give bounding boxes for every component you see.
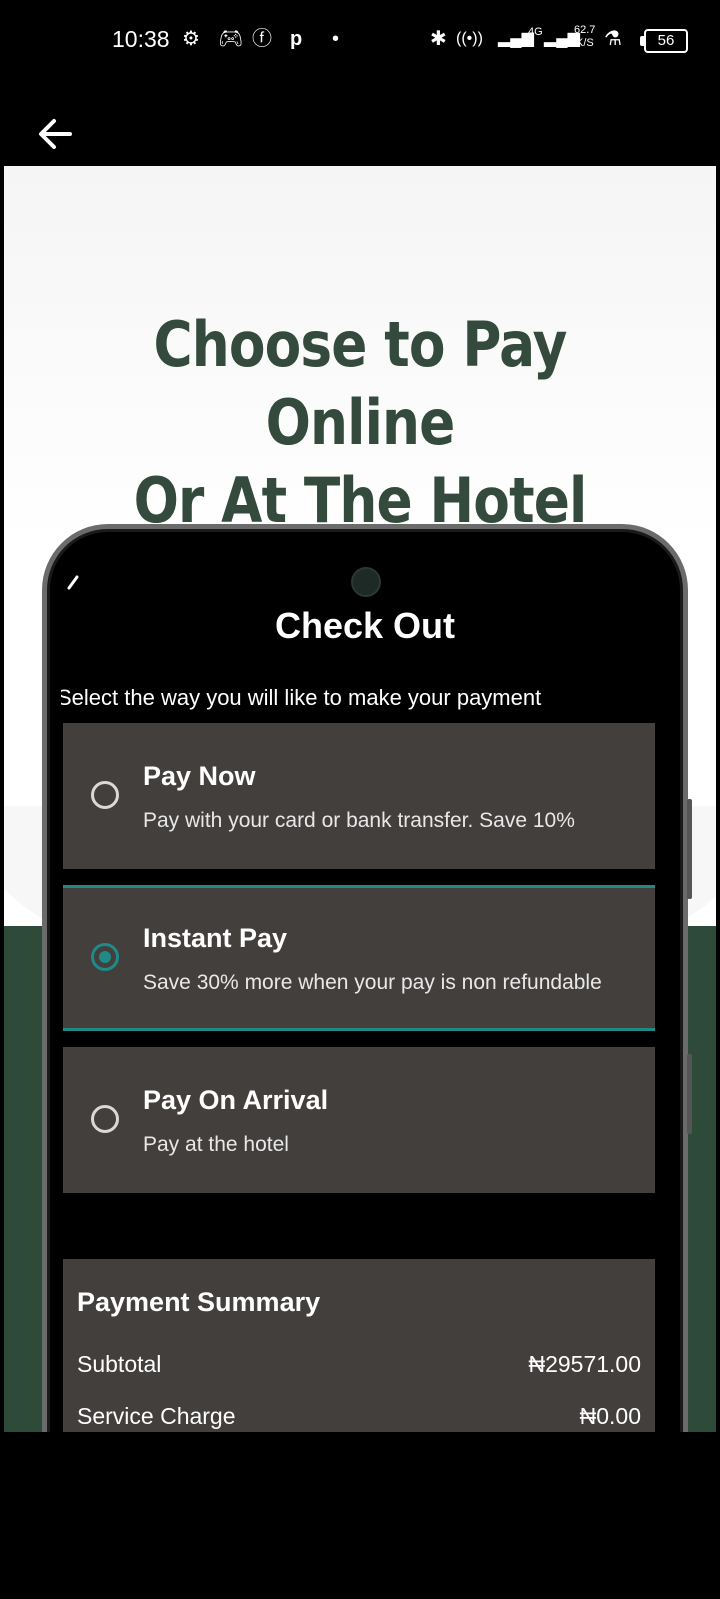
phone-mockup: Check Out Select the way you will like t… bbox=[42, 524, 692, 1432]
status-bar: 10:38 ⚙ 🎮︎ ⓕ p • ✱ ((•)) ▂▄▆ 4G ▂▄▆ 62.7… bbox=[0, 0, 720, 80]
radio-button-selected[interactable] bbox=[91, 943, 119, 971]
dot-icon: • bbox=[332, 28, 340, 50]
bluetooth-icon: ✱ bbox=[430, 28, 447, 50]
row-label: Service Charge bbox=[77, 1403, 236, 1429]
option-title: Pay On Arrival bbox=[143, 1085, 329, 1115]
flask-icon: ⚗ bbox=[604, 28, 622, 50]
summary-row-service-charge: Service Charge ₦0.00 bbox=[77, 1403, 641, 1430]
bottom-black-area bbox=[0, 1432, 720, 1599]
status-time: 10:38 bbox=[112, 26, 170, 52]
checkout-title: Check Out bbox=[274, 605, 456, 646]
battery-icon: 56 bbox=[640, 29, 688, 53]
option-pay-on-arrival[interactable]: Pay On Arrival Pay at the hotel bbox=[63, 1047, 655, 1193]
row-value: ₦29571.00 bbox=[528, 1351, 641, 1377]
radio-button[interactable] bbox=[91, 781, 119, 809]
facebook-icon: ⓕ bbox=[252, 28, 272, 50]
option-description: Pay at the hotel bbox=[143, 1133, 289, 1156]
promo-headline: Choose to Pay Online Or At The Hotel bbox=[54, 306, 666, 540]
promo-image: Choose to Pay Online Or At The Hotel Che… bbox=[4, 166, 716, 1432]
gamepad-icon: 🎮︎ bbox=[218, 28, 244, 50]
option-description: Pay with your card or bank transfer. Sav… bbox=[143, 809, 575, 832]
option-title: Pay Now bbox=[143, 761, 256, 791]
speed-unit: K/S bbox=[576, 37, 594, 49]
option-instant-pay[interactable]: Instant Pay Save 30% more when your pay … bbox=[63, 885, 655, 1031]
row-label: Subtotal bbox=[77, 1351, 162, 1377]
option-description: Save 30% more when your pay is non refun… bbox=[143, 971, 602, 994]
radio-button[interactable] bbox=[91, 1105, 119, 1133]
option-title: Instant Pay bbox=[143, 923, 288, 953]
settings-icon: ⚙ bbox=[182, 28, 200, 50]
screen-back-icon bbox=[67, 575, 79, 590]
summary-row-subtotal: Subtotal ₦29571.00 bbox=[77, 1351, 641, 1378]
headline-line-1: Choose to Pay Online bbox=[153, 308, 567, 459]
payment-summary: Payment Summary Subtotal ₦29571.00 Servi… bbox=[63, 1259, 655, 1432]
option-pay-now[interactable]: Pay Now Pay with your card or bank trans… bbox=[63, 723, 655, 869]
phone-screen: Check Out Select the way you will like t… bbox=[61, 543, 669, 1432]
checkout-subtitle: Select the way you will like to make you… bbox=[61, 685, 542, 710]
hotspot-icon: ((•)) bbox=[456, 30, 483, 47]
summary-title: Payment Summary bbox=[77, 1287, 321, 1317]
row-value: ₦0.00 bbox=[579, 1403, 641, 1429]
speed-value: 62.7 bbox=[574, 24, 596, 36]
back-arrow-icon[interactable] bbox=[34, 112, 78, 156]
camera-icon bbox=[351, 567, 381, 597]
network-type: 4G bbox=[528, 26, 543, 38]
p-app-icon: p bbox=[290, 28, 303, 50]
